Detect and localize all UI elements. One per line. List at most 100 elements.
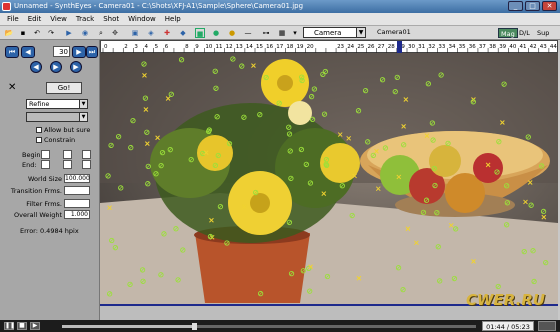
skip-start-button[interactable]: ⏮ [5,46,19,58]
tracker-marker[interactable] [523,199,528,205]
end-set[interactable] [82,160,91,169]
tracker-marker[interactable] [521,248,527,255]
menu-edit[interactable]: Edit [28,13,42,25]
tracker-marker[interactable] [215,152,221,159]
tracker-marker[interactable] [300,268,307,274]
tracker-marker[interactable] [352,173,357,179]
tracker-marker[interactable] [525,134,531,140]
tracker-marker[interactable] [298,146,305,153]
begin-lock[interactable] [63,150,72,159]
tracker-marker[interactable] [365,139,371,145]
tracker-marker[interactable] [241,204,247,210]
constrain-checkbox[interactable] [36,137,42,143]
tracker-marker[interactable] [288,175,294,182]
pan-icon[interactable]: ✥ [110,28,120,38]
tracker-marker[interactable] [540,208,547,215]
open-icon[interactable]: 📂 [4,28,14,38]
tracker-marker[interactable] [528,202,534,208]
tracker-marker[interactable] [209,217,214,223]
tracker-marker[interactable] [420,209,427,216]
tracker-marker[interactable] [130,117,136,124]
tracker-marker[interactable] [448,222,454,228]
tracker-marker[interactable] [241,114,247,120]
tracker-marker[interactable] [145,181,151,187]
tracker-marker[interactable] [346,135,352,141]
maximize-button[interactable]: □ [525,1,540,11]
tracker-marker[interactable] [109,237,115,244]
tracker-marker[interactable] [403,97,409,102]
tracker-marker[interactable] [543,259,549,266]
tracker-marker[interactable] [107,205,112,211]
tracker-marker[interactable] [141,61,147,67]
tracker-marker[interactable] [453,226,459,232]
begin-set[interactable] [82,150,91,159]
tracker-marker[interactable] [230,56,236,62]
tracker-marker[interactable] [323,157,330,163]
camera-viewport[interactable] [100,53,558,308]
menu-track[interactable]: Track [76,13,94,25]
menu-file[interactable]: File [7,13,19,25]
perspective-icon[interactable]: ◈ [146,28,156,38]
tracker-marker[interactable] [140,278,146,284]
tracker-add-icon[interactable]: ✚ [162,28,172,38]
tracker-marker[interactable] [159,150,166,156]
menu-view[interactable]: View [50,13,67,25]
tracker-marker[interactable] [142,95,149,101]
tracker-marker[interactable] [251,63,256,68]
tracker-marker[interactable] [432,182,438,189]
tracker-marker[interactable] [356,275,362,281]
tracker-marker[interactable] [307,180,314,186]
frame-field[interactable]: 30 [53,46,70,57]
mag-button[interactable]: Mag [498,28,518,38]
begin-field[interactable] [41,150,50,159]
menu-help[interactable]: Help [165,13,181,25]
camera-select[interactable]: Camera ▼ [303,27,366,38]
tracker-marker[interactable] [337,132,343,137]
tracker-marker[interactable] [379,77,386,83]
player-seek-thumb[interactable] [192,323,198,330]
tracker-marker[interactable] [127,281,133,288]
tracker-marker[interactable] [286,124,292,130]
frame-timeline[interactable]: 0 2 3 4 5 6 8 9 10 11 12 13 14 15 16 17 18 19 20 23 24 25 26 27… [100,40,558,54]
tracker-marker[interactable] [339,183,345,189]
tracker-marker[interactable] [494,169,500,175]
tracker-marker[interactable] [320,71,326,78]
zoom-icon[interactable]: ⌕ [96,28,106,38]
tracker-marker[interactable] [128,144,134,151]
tracker-marker[interactable] [401,142,407,148]
tracker-marker[interactable] [307,288,313,294]
tracker-marker[interactable] [226,140,233,147]
minimize-button[interactable]: _ [508,1,523,11]
grid-icon[interactable]: ▦ [277,28,287,38]
play-icon[interactable]: ▶ [64,28,74,38]
tracker-marker[interactable] [414,240,419,246]
step-forward-button[interactable]: ▶ [72,46,86,58]
end-lock[interactable] [63,160,72,169]
tracker-marker[interactable] [158,272,164,278]
tracker-marker[interactable] [200,150,206,157]
tracker-marker[interactable] [504,183,510,189]
dl-button[interactable]: D/L [517,28,532,38]
tracker-marker[interactable] [527,180,533,185]
tracker-marker[interactable] [471,259,476,264]
tracker-marker[interactable] [263,74,269,81]
tracker-marker[interactable] [405,226,411,232]
tracker-marker[interactable] [105,173,111,179]
tracker-marker[interactable] [288,270,295,277]
tracker-marker[interactable] [382,145,389,151]
camera-view-icon[interactable]: ▣ [130,28,140,38]
tracker-marker[interactable] [400,286,406,293]
tracker-marker[interactable] [309,116,316,122]
skip-end-button[interactable]: ⏭ [86,46,98,58]
transition-field[interactable] [64,186,90,195]
tracker-marker[interactable] [257,111,263,118]
tracker-marker[interactable] [431,165,437,172]
tracker-marker[interactable] [370,152,376,159]
tracker-marker[interactable] [106,291,113,297]
yellow-mode-icon[interactable]: ● [227,28,237,38]
tracker-marker[interactable] [496,139,502,145]
tracker-marker[interactable] [396,174,402,180]
tracker-marker[interactable] [321,111,328,117]
tracker-marker[interactable] [112,245,119,251]
tracker-marker[interactable] [143,107,149,112]
